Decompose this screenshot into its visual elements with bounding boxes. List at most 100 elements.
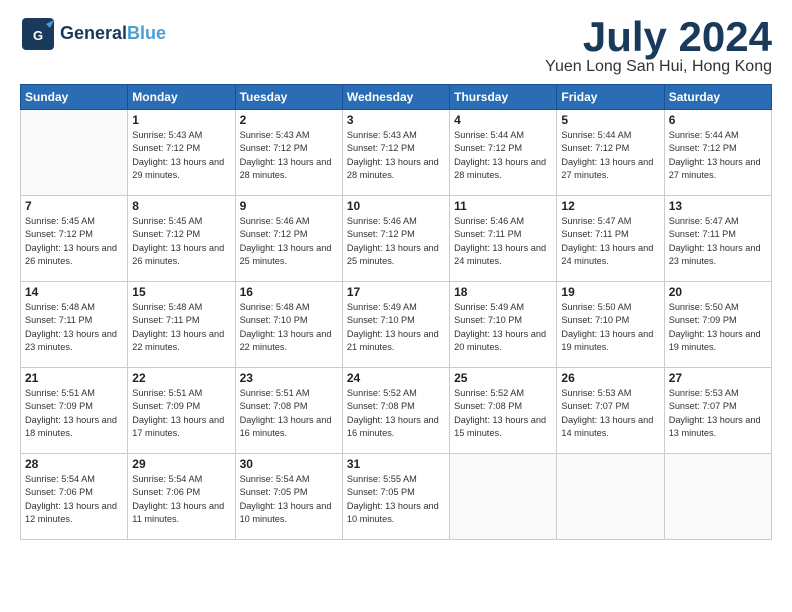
- day-info: Sunrise: 5:49 AMSunset: 7:10 PMDaylight:…: [454, 301, 552, 354]
- day-info: Sunrise: 5:54 AMSunset: 7:05 PMDaylight:…: [240, 473, 338, 526]
- day-info: Sunrise: 5:53 AMSunset: 7:07 PMDaylight:…: [561, 387, 659, 440]
- logo: G GeneralBlue: [20, 16, 166, 52]
- calendar-cell: 23 Sunrise: 5:51 AMSunset: 7:08 PMDayligh…: [235, 368, 342, 454]
- day-info: Sunrise: 5:50 AMSunset: 7:09 PMDaylight:…: [669, 301, 767, 354]
- day-number: 18: [454, 285, 552, 299]
- weekday-header-friday: Friday: [557, 85, 664, 110]
- calendar-cell: 26 Sunrise: 5:53 AMSunset: 7:07 PMDayligh…: [557, 368, 664, 454]
- day-number: 28: [25, 457, 123, 471]
- day-number: 14: [25, 285, 123, 299]
- day-number: 23: [240, 371, 338, 385]
- day-info: Sunrise: 5:43 AMSunset: 7:12 PMDaylight:…: [240, 129, 338, 182]
- calendar-cell: 31 Sunrise: 5:55 AMSunset: 7:05 PMDayligh…: [342, 454, 449, 540]
- day-info: Sunrise: 5:46 AMSunset: 7:12 PMDaylight:…: [347, 215, 445, 268]
- day-info: Sunrise: 5:43 AMSunset: 7:12 PMDaylight:…: [347, 129, 445, 182]
- day-number: 25: [454, 371, 552, 385]
- calendar-cell: 16 Sunrise: 5:48 AMSunset: 7:10 PMDayligh…: [235, 282, 342, 368]
- calendar-cell: 18 Sunrise: 5:49 AMSunset: 7:10 PMDayligh…: [450, 282, 557, 368]
- day-number: 11: [454, 199, 552, 213]
- calendar-cell: [664, 454, 771, 540]
- day-number: 13: [669, 199, 767, 213]
- weekday-header-wednesday: Wednesday: [342, 85, 449, 110]
- calendar-cell: 13Sunrise: 5:47 AMSunset: 7:11 PMDayligh…: [664, 196, 771, 282]
- day-number: 2: [240, 113, 338, 127]
- calendar-week-1: 1 Sunrise: 5:43 AMSunset: 7:12 PMDaylight…: [21, 110, 772, 196]
- day-number: 27: [669, 371, 767, 385]
- logo-general: GeneralBlue: [60, 24, 166, 44]
- day-info: Sunrise: 5:44 AMSunset: 7:12 PMDaylight:…: [669, 129, 767, 182]
- day-info: Sunrise: 5:44 AMSunset: 7:12 PMDaylight:…: [454, 129, 552, 182]
- day-info: Sunrise: 5:54 AMSunset: 7:06 PMDaylight:…: [132, 473, 230, 526]
- day-number: 8: [132, 199, 230, 213]
- weekday-header-thursday: Thursday: [450, 85, 557, 110]
- calendar-cell: 4 Sunrise: 5:44 AMSunset: 7:12 PMDaylight…: [450, 110, 557, 196]
- day-info: Sunrise: 5:45 AMSunset: 7:12 PMDaylight:…: [25, 215, 123, 268]
- logo-icon: G: [20, 16, 56, 52]
- calendar-cell: 20 Sunrise: 5:50 AMSunset: 7:09 PMDayligh…: [664, 282, 771, 368]
- calendar-cell: 19Sunrise: 5:50 AMSunset: 7:10 PMDayligh…: [557, 282, 664, 368]
- day-info: Sunrise: 5:48 AMSunset: 7:10 PMDaylight:…: [240, 301, 338, 354]
- page: G GeneralBlue July 2024 Yuen Long San Hu…: [0, 0, 792, 612]
- day-info: Sunrise: 5:53 AMSunset: 7:07 PMDaylight:…: [669, 387, 767, 440]
- day-number: 26: [561, 371, 659, 385]
- calendar-cell: [21, 110, 128, 196]
- calendar-cell: 11 Sunrise: 5:46 AMSunset: 7:11 PMDayligh…: [450, 196, 557, 282]
- day-info: Sunrise: 5:49 AMSunset: 7:10 PMDaylight:…: [347, 301, 445, 354]
- day-info: Sunrise: 5:55 AMSunset: 7:05 PMDaylight:…: [347, 473, 445, 526]
- weekday-header-monday: Monday: [128, 85, 235, 110]
- calendar-cell: 10Sunrise: 5:46 AMSunset: 7:12 PMDayligh…: [342, 196, 449, 282]
- day-number: 30: [240, 457, 338, 471]
- day-number: 19: [561, 285, 659, 299]
- calendar-cell: [557, 454, 664, 540]
- calendar-cell: [450, 454, 557, 540]
- weekday-header-tuesday: Tuesday: [235, 85, 342, 110]
- day-number: 31: [347, 457, 445, 471]
- title-block: July 2024 Yuen Long San Hui, Hong Kong: [545, 16, 772, 76]
- day-info: Sunrise: 5:46 AMSunset: 7:11 PMDaylight:…: [454, 215, 552, 268]
- location-title: Yuen Long San Hui, Hong Kong: [545, 58, 772, 76]
- calendar-week-2: 7 Sunrise: 5:45 AMSunset: 7:12 PMDaylight…: [21, 196, 772, 282]
- calendar-cell: 12 Sunrise: 5:47 AMSunset: 7:11 PMDayligh…: [557, 196, 664, 282]
- calendar-cell: 9 Sunrise: 5:46 AMSunset: 7:12 PMDaylight…: [235, 196, 342, 282]
- day-number: 17: [347, 285, 445, 299]
- day-info: Sunrise: 5:48 AMSunset: 7:11 PMDaylight:…: [25, 301, 123, 354]
- day-number: 16: [240, 285, 338, 299]
- day-info: Sunrise: 5:51 AMSunset: 7:09 PMDaylight:…: [25, 387, 123, 440]
- day-number: 9: [240, 199, 338, 213]
- calendar-cell: 2 Sunrise: 5:43 AMSunset: 7:12 PMDaylight…: [235, 110, 342, 196]
- svg-text:G: G: [33, 28, 43, 43]
- day-info: Sunrise: 5:46 AMSunset: 7:12 PMDaylight:…: [240, 215, 338, 268]
- day-number: 22: [132, 371, 230, 385]
- day-number: 5: [561, 113, 659, 127]
- calendar-cell: 30 Sunrise: 5:54 AMSunset: 7:05 PMDayligh…: [235, 454, 342, 540]
- calendar-cell: 25 Sunrise: 5:52 AMSunset: 7:08 PMDayligh…: [450, 368, 557, 454]
- day-info: Sunrise: 5:47 AMSunset: 7:11 PMDaylight:…: [561, 215, 659, 268]
- day-info: Sunrise: 5:44 AMSunset: 7:12 PMDaylight:…: [561, 129, 659, 182]
- day-info: Sunrise: 5:52 AMSunset: 7:08 PMDaylight:…: [454, 387, 552, 440]
- calendar-cell: 28 Sunrise: 5:54 AMSunset: 7:06 PMDayligh…: [21, 454, 128, 540]
- calendar-cell: 15Sunrise: 5:48 AMSunset: 7:11 PMDayligh…: [128, 282, 235, 368]
- calendar-cell: 6 Sunrise: 5:44 AMSunset: 7:12 PMDaylight…: [664, 110, 771, 196]
- header: G GeneralBlue July 2024 Yuen Long San Hu…: [20, 16, 772, 76]
- day-info: Sunrise: 5:51 AMSunset: 7:08 PMDaylight:…: [240, 387, 338, 440]
- day-number: 7: [25, 199, 123, 213]
- day-number: 20: [669, 285, 767, 299]
- calendar-week-3: 14 Sunrise: 5:48 AMSunset: 7:11 PMDayligh…: [21, 282, 772, 368]
- calendar-cell: 29Sunrise: 5:54 AMSunset: 7:06 PMDayligh…: [128, 454, 235, 540]
- day-number: 4: [454, 113, 552, 127]
- calendar-cell: 27 Sunrise: 5:53 AMSunset: 7:07 PMDayligh…: [664, 368, 771, 454]
- weekday-header-row: SundayMondayTuesdayWednesdayThursdayFrid…: [21, 85, 772, 110]
- day-info: Sunrise: 5:54 AMSunset: 7:06 PMDaylight:…: [25, 473, 123, 526]
- day-info: Sunrise: 5:48 AMSunset: 7:11 PMDaylight:…: [132, 301, 230, 354]
- day-number: 1: [132, 113, 230, 127]
- logo-text-block: GeneralBlue: [60, 24, 166, 44]
- day-number: 3: [347, 113, 445, 127]
- day-number: 6: [669, 113, 767, 127]
- calendar-week-5: 28 Sunrise: 5:54 AMSunset: 7:06 PMDayligh…: [21, 454, 772, 540]
- calendar-cell: 1Sunrise: 5:43 AMSunset: 7:12 PMDaylight…: [128, 110, 235, 196]
- day-info: Sunrise: 5:52 AMSunset: 7:08 PMDaylight:…: [347, 387, 445, 440]
- weekday-header-saturday: Saturday: [664, 85, 771, 110]
- day-number: 12: [561, 199, 659, 213]
- day-number: 21: [25, 371, 123, 385]
- calendar-table: SundayMondayTuesdayWednesdayThursdayFrid…: [20, 84, 772, 540]
